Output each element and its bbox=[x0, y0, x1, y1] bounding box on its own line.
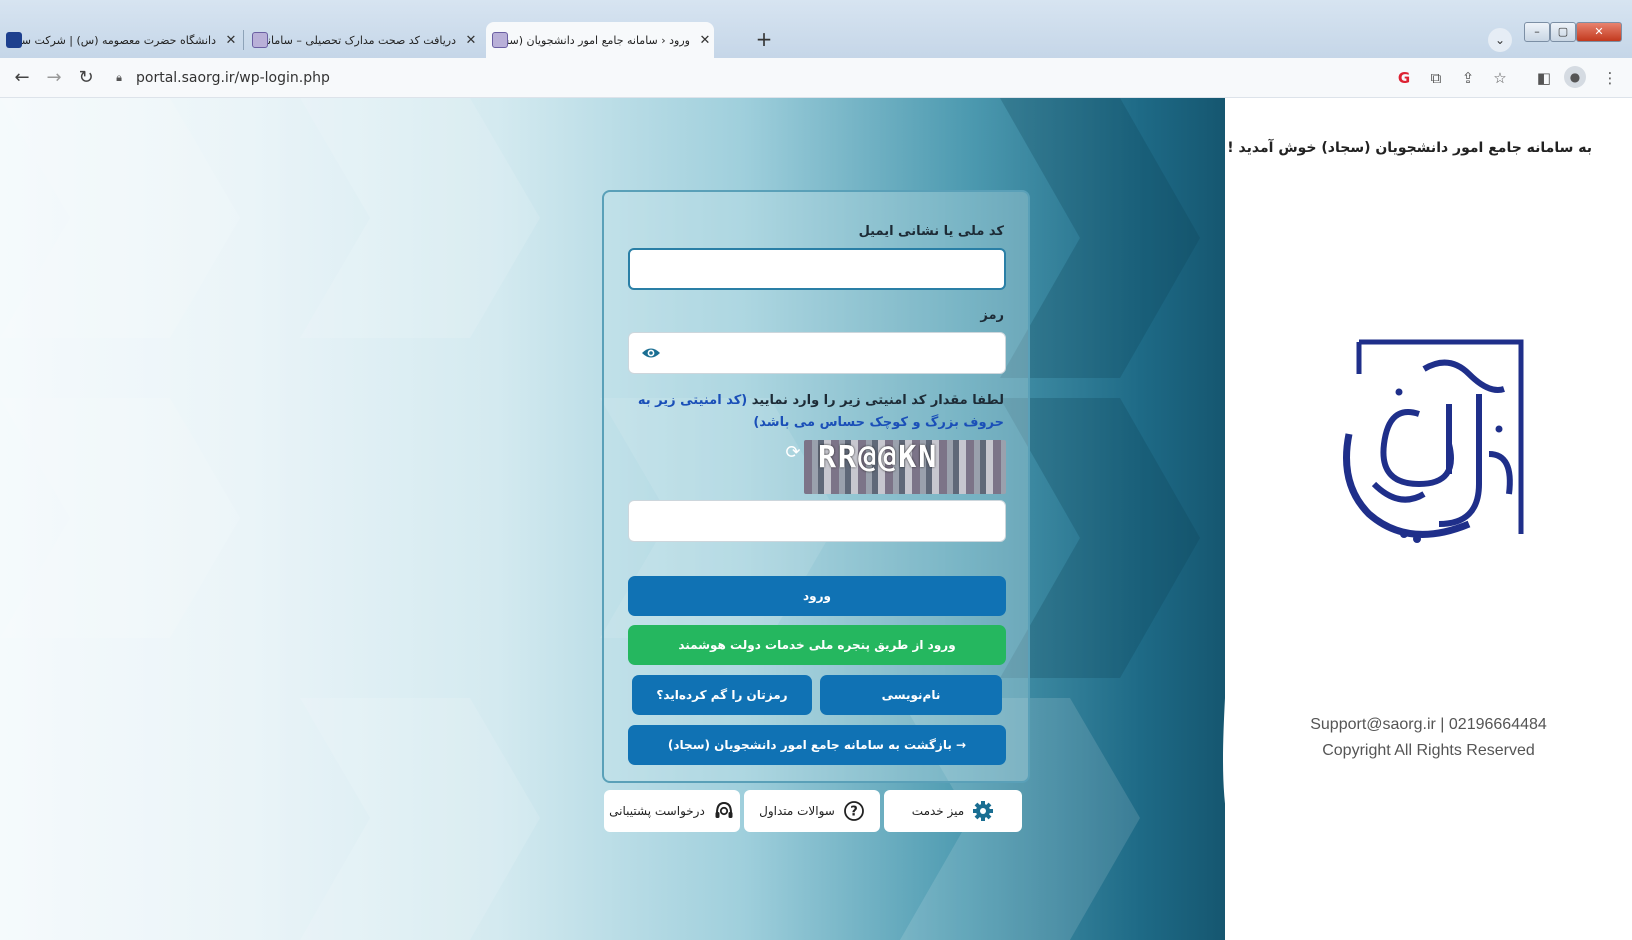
faq-button[interactable]: ? سوالات متداول bbox=[744, 790, 880, 832]
site-favicon-icon bbox=[492, 32, 508, 48]
tab-title: دریافت کد صحت مدارک تحصیلی – سامانه bbox=[268, 33, 456, 47]
captcha-refresh-icon[interactable]: ⟳ bbox=[782, 442, 804, 464]
login-card: کد ملی یا نشانی ایمیل رمز لطفا مقدار کد … bbox=[602, 190, 1030, 783]
share-icon[interactable]: ⇪ bbox=[1456, 66, 1480, 90]
register-button[interactable]: نام‌نویسی bbox=[820, 675, 1002, 715]
question-circle-icon: ? bbox=[843, 801, 864, 821]
svg-text:?: ? bbox=[850, 805, 858, 820]
captcha-instruction-text: لطفا مقدار کد امنیتی زیر را وارد نمایید bbox=[751, 393, 1004, 408]
back-to-portal-button[interactable]: → بازگشت به سامانه جامع امور دانشجویان (… bbox=[628, 725, 1006, 765]
browser-toolbar: ← → ↻ 🔒︎ portal.saorg.ir/wp-login.php G … bbox=[0, 58, 1632, 98]
copyright-text: Copyright All Rights Reserved bbox=[1322, 742, 1535, 759]
page-content: به سامانه جامع امور دانشجویان (سجاد) خوش… bbox=[0, 98, 1632, 940]
lock-icon: 🔒︎ bbox=[116, 71, 122, 84]
welcome-heading: به سامانه جامع امور دانشجویان (سجاد) خوش… bbox=[1227, 140, 1592, 156]
headset-icon bbox=[715, 801, 733, 818]
menu-kebab-icon[interactable]: ⋮ bbox=[1598, 66, 1622, 90]
captcha-image: RR@@KN bbox=[804, 440, 1006, 494]
tab-title: ورود ‹ سامانه جامع امور دانشجویان (سجاد bbox=[508, 33, 690, 47]
forgot-password-button[interactable]: رمزتان را گم کرده‌اید؟ bbox=[632, 675, 812, 715]
gov-window-login-button[interactable]: ورود از طریق پنجره ملی خدمات دولت هوشمند bbox=[628, 625, 1006, 665]
minimize-button[interactable]: – bbox=[1524, 22, 1550, 42]
site-favicon-icon bbox=[252, 32, 268, 48]
address-bar[interactable]: 🔒︎ portal.saorg.ir/wp-login.php bbox=[112, 65, 1382, 91]
url-text: portal.saorg.ir/wp-login.php bbox=[136, 70, 330, 86]
gear-icon bbox=[973, 801, 994, 821]
faq-label: سوالات متداول bbox=[759, 804, 835, 818]
show-password-eye-icon[interactable] bbox=[641, 344, 661, 362]
right-panel: به سامانه جامع امور دانشجویان (سجاد) خوش… bbox=[1225, 98, 1632, 940]
captcha-text: RR@@KN bbox=[818, 440, 939, 475]
maximize-button[interactable]: ▢ bbox=[1550, 22, 1576, 42]
reload-icon[interactable]: ↻ bbox=[72, 64, 100, 92]
service-desk-button[interactable]: میز خدمت bbox=[884, 790, 1022, 832]
tab-title: دانشگاه حضرت معصومه (س) | شرکت سا bbox=[22, 33, 216, 47]
captcha-instruction: لطفا مقدار کد امنیتی زیر را وارد نمایید … bbox=[628, 390, 1004, 434]
side-panel-icon[interactable]: ◧ bbox=[1532, 66, 1556, 90]
browser-tab-strip: ✕ دانشگاه حضرت معصومه (س) | شرکت سا ✕ در… bbox=[0, 0, 1632, 58]
saorg-logo-icon bbox=[1343, 339, 1524, 543]
username-input[interactable] bbox=[628, 248, 1006, 290]
login-button[interactable]: ورود bbox=[628, 576, 1006, 616]
service-desk-label: میز خدمت bbox=[911, 804, 965, 818]
new-tab-button[interactable]: + bbox=[752, 28, 776, 52]
close-tab-icon[interactable]: ✕ bbox=[222, 33, 240, 48]
support-request-button[interactable]: درخواست پشتیبانی bbox=[604, 790, 740, 832]
translate-icon[interactable]: ⧉ bbox=[1424, 66, 1448, 90]
support-request-label: درخواست پشتیبانی bbox=[609, 804, 705, 818]
tab-search-icon[interactable]: ⌄ bbox=[1488, 28, 1512, 52]
password-input[interactable] bbox=[628, 332, 1006, 374]
browser-tab[interactable]: ✕ دریافت کد صحت مدارک تحصیلی – سامانه bbox=[252, 22, 480, 58]
captcha-input[interactable] bbox=[628, 500, 1006, 542]
forward-arrow-icon[interactable]: → bbox=[40, 64, 68, 92]
google-icon[interactable]: G bbox=[1392, 66, 1416, 90]
support-contact: Support@saorg.ir | 02196664484 bbox=[1310, 716, 1547, 733]
close-tab-icon[interactable]: ✕ bbox=[696, 33, 714, 48]
back-arrow-icon[interactable]: ← bbox=[8, 64, 36, 92]
close-tab-icon[interactable]: ✕ bbox=[462, 33, 480, 48]
browser-tab[interactable]: ✕ دانشگاه حضرت معصومه (س) | شرکت سا bbox=[0, 22, 240, 58]
username-label: کد ملی یا نشانی ایمیل bbox=[858, 224, 1004, 239]
browser-tab-active[interactable]: ✕ ورود ‹ سامانه جامع امور دانشجویان (سجا… bbox=[486, 22, 714, 58]
profile-avatar-icon[interactable]: ● bbox=[1564, 66, 1586, 88]
window-close-button[interactable]: ✕ bbox=[1576, 22, 1622, 42]
bookmark-star-icon[interactable]: ☆ bbox=[1488, 66, 1512, 90]
university-favicon-icon bbox=[6, 32, 22, 48]
password-label: رمز bbox=[980, 308, 1004, 323]
